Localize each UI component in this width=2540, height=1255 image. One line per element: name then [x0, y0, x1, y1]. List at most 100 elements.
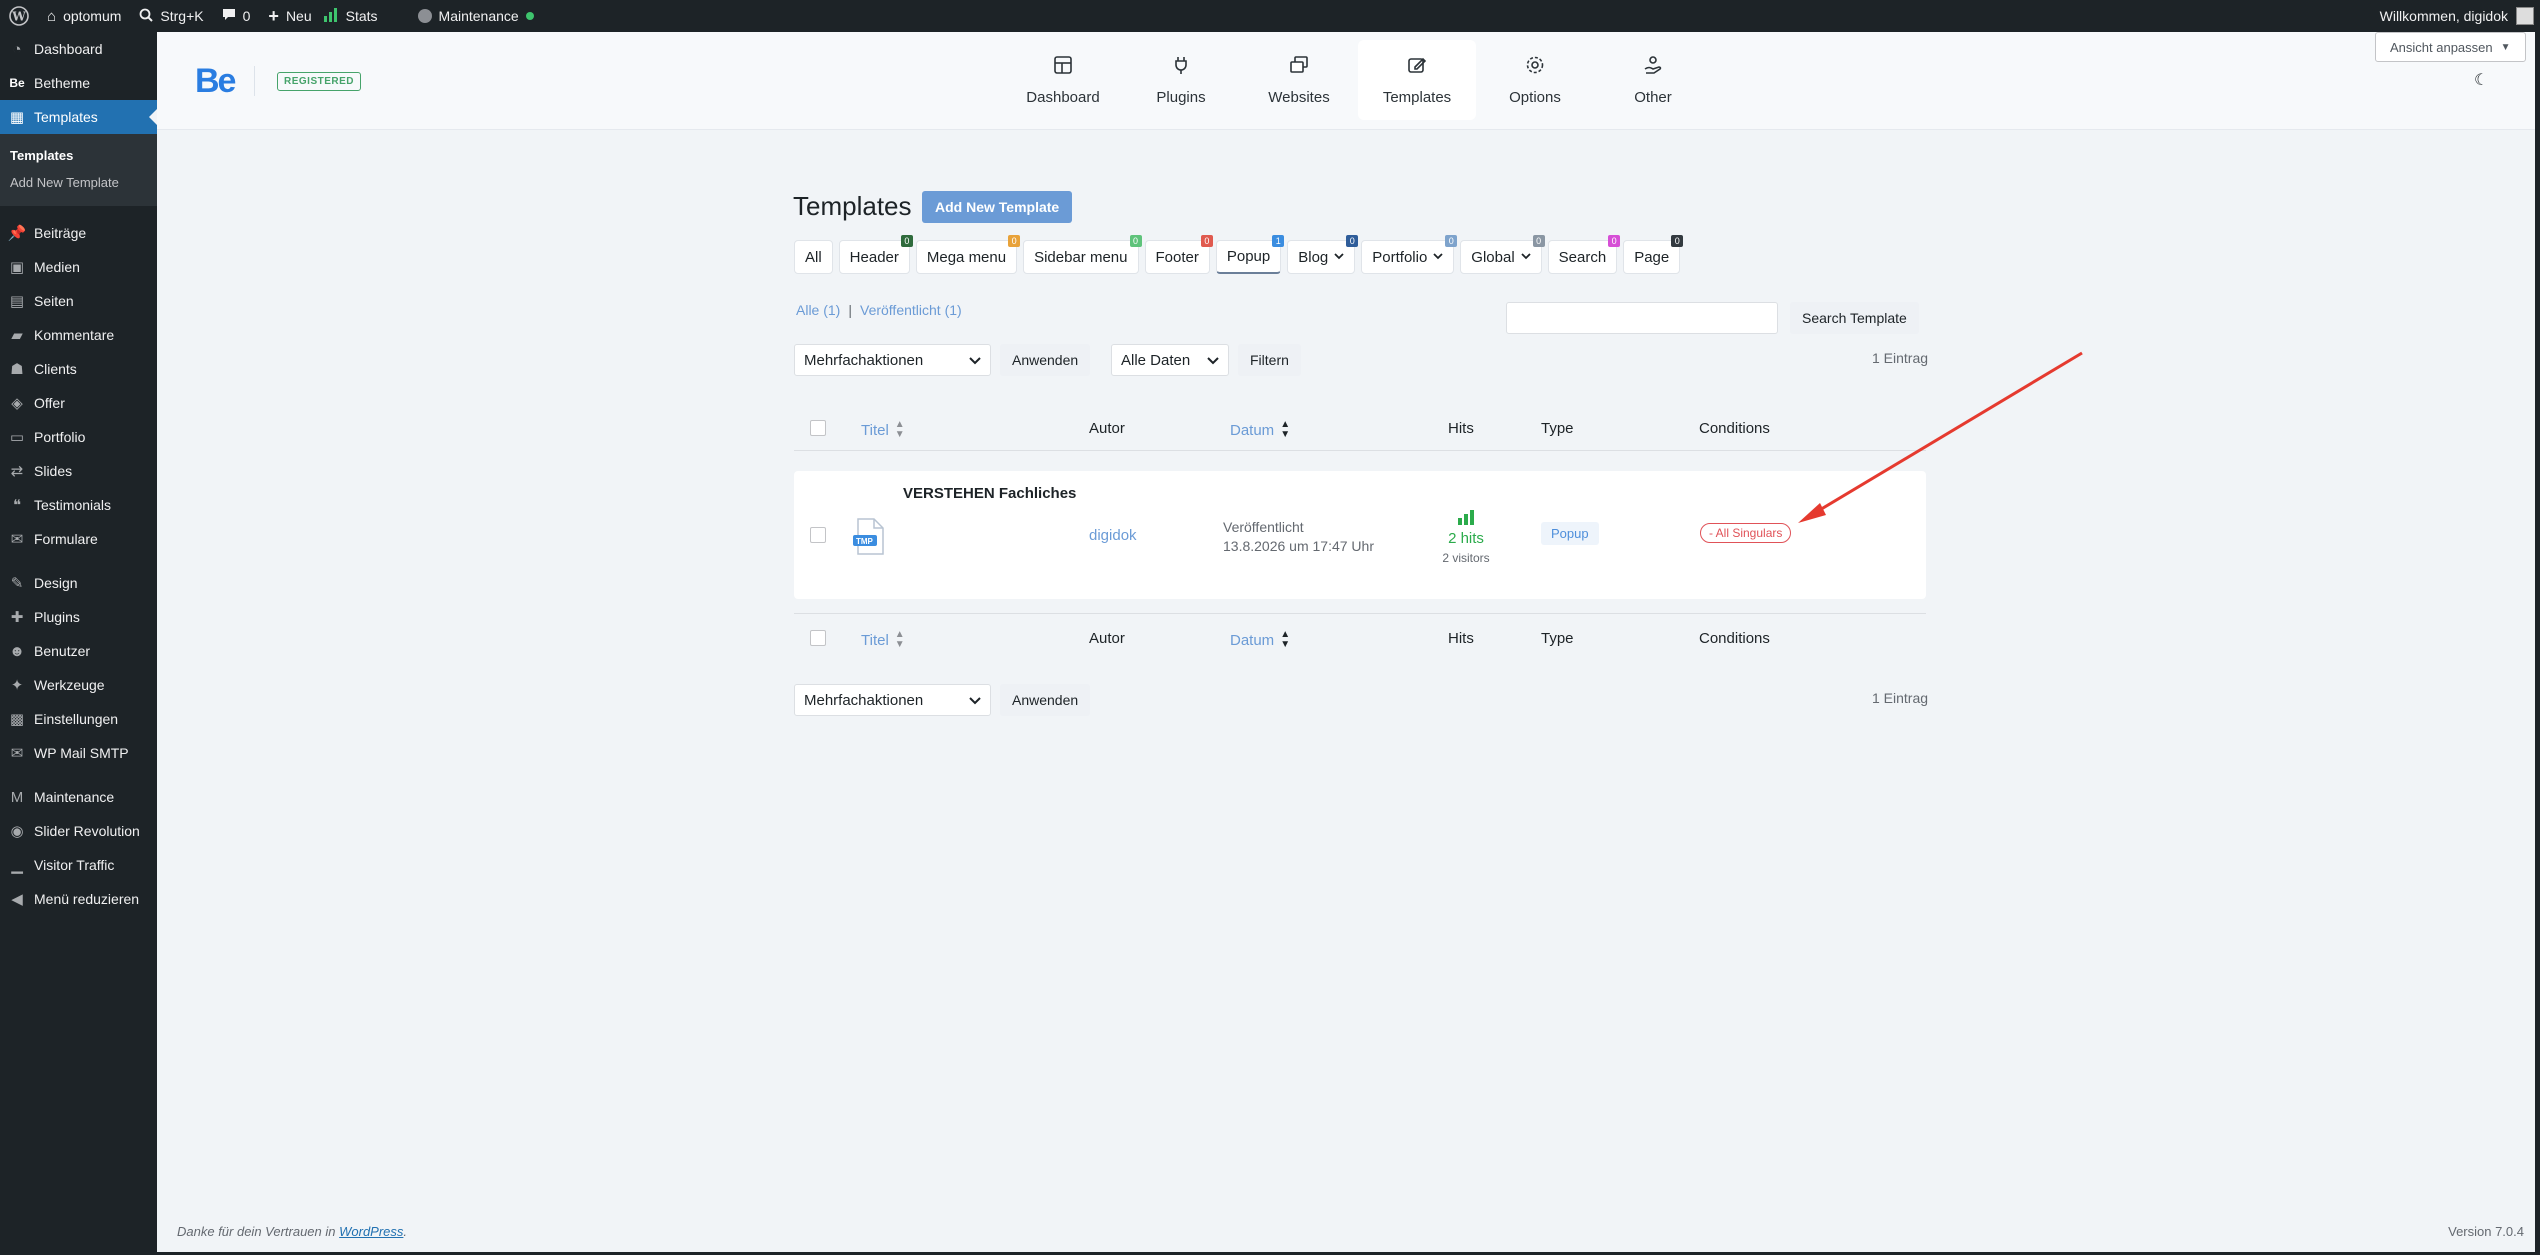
search-shortcut-button[interactable]: Strg+K [130, 0, 212, 32]
betheme-logo[interactable]: Be [195, 62, 236, 101]
nav-tab-dashboard[interactable]: Dashboard [1004, 40, 1122, 120]
brush-icon: ✎ [10, 575, 24, 592]
view-published-link[interactable]: Veröffentlicht (1) [860, 302, 962, 318]
sidebar-item-einstellungen[interactable]: ▩ Einstellungen [0, 702, 157, 736]
sidebar-item-wp-mail-smtp[interactable]: ✉ WP Mail SMTP [0, 736, 157, 770]
date-filter-select[interactable]: Alle Daten [1111, 344, 1229, 376]
chevron-down-icon [969, 692, 981, 709]
sidebar-item-seiten[interactable]: ▤ Seiten [0, 284, 157, 318]
tab-portfolio[interactable]: Portfolio 0 [1361, 235, 1458, 274]
apply-button[interactable]: Anwenden [1000, 344, 1091, 376]
sidebar-item-beiträge[interactable]: 📌 Beiträge [0, 216, 157, 250]
sidebar-item-label: Seiten [34, 293, 74, 309]
registered-badge: REGISTERED [277, 72, 362, 91]
select-all-checkbox-bottom[interactable] [810, 630, 826, 646]
column-title[interactable]: Titel ▲ ▼ [861, 420, 905, 440]
author-link[interactable]: digidok [1089, 527, 1137, 544]
sidebar-item-slides[interactable]: ⇄ Slides [0, 454, 157, 488]
apply-button-bottom[interactable]: Anwenden [1000, 684, 1091, 716]
maintenance-link[interactable]: Maintenance [409, 0, 543, 32]
collapse-icon: ◀ [11, 891, 23, 908]
nav-tab-websites[interactable]: Websites [1240, 40, 1358, 120]
tab-search[interactable]: Search 0 [1547, 235, 1621, 274]
wordpress-logo-icon[interactable]: W [0, 0, 38, 32]
sidebar-item-templates[interactable]: ▦ Templates [0, 100, 157, 134]
sidebar-item-medien[interactable]: ▣ Medien [0, 250, 157, 284]
sidebar-item-benutzer[interactable]: ☻ Benutzer [0, 634, 157, 668]
home-icon: ⌂ [47, 7, 57, 25]
tab-count-badge: 0 [1008, 235, 1021, 247]
column-date[interactable]: Datum ▲ ▼ [1230, 630, 1290, 650]
table-header: Titel ▲ ▼ Autor Datum ▲ ▼ Hits Type Conditio… [794, 404, 1926, 454]
tab-popup[interactable]: Popup 1 [1215, 235, 1285, 274]
tab-sidebar-menu[interactable]: Sidebar menu 0 [1023, 235, 1142, 274]
view-all-link[interactable]: Alle (1) [796, 302, 840, 318]
site-name-link[interactable]: ⌂ optomum [38, 0, 130, 32]
tab-mega-menu[interactable]: Mega menu 0 [915, 235, 1021, 274]
tab-count-badge: 0 [900, 235, 913, 247]
sidebar-item-menü-reduzieren[interactable]: ◀ Menü reduzieren [0, 882, 157, 916]
tab-header[interactable]: Header 0 [838, 235, 913, 274]
customize-view-button[interactable]: Ansicht anpassen ▼ [2375, 32, 2526, 62]
welcome-text[interactable]: Willkommen, digidok [2380, 8, 2508, 24]
tab-all[interactable]: All [794, 240, 833, 274]
add-new-template-button[interactable]: Add New Template [922, 191, 1073, 223]
comments-link[interactable]: 0 [213, 0, 260, 32]
nav-tab-plugins[interactable]: Plugins [1122, 40, 1240, 120]
nav-tab-options[interactable]: Options [1476, 40, 1594, 120]
view-separator: | [848, 302, 852, 318]
search-input[interactable] [1506, 302, 1778, 334]
sidebar-item-maintenance[interactable]: M Maintenance [0, 780, 157, 814]
column-conditions: Conditions [1699, 420, 1770, 437]
sidebar-item-werkzeuge[interactable]: ✦ Werkzeuge [0, 668, 157, 702]
wordpress-link[interactable]: WordPress [339, 1224, 403, 1239]
search-icon [139, 8, 154, 25]
bulk-action-select[interactable]: Mehrfachaktionen [794, 344, 991, 376]
submenu-item-templates[interactable]: Templates [0, 142, 157, 169]
dashboard-icon: ◔ [12, 40, 22, 58]
avatar[interactable] [2516, 7, 2534, 25]
betheme-icon: Be [9, 76, 25, 90]
column-title[interactable]: Titel ▲ ▼ [861, 630, 905, 650]
sidebar-item-visitor-traffic[interactable]: ▁ Visitor Traffic [0, 848, 157, 882]
sidebar-item-testimonials[interactable]: ❝ Testimonials [0, 488, 157, 522]
sidebar-item-offer[interactable]: ◈ Offer [0, 386, 157, 420]
search-template-button[interactable]: Search Template [1790, 302, 1919, 334]
submenu-item-add-new-template[interactable]: Add New Template [0, 169, 157, 196]
tab-page[interactable]: Page 0 [1623, 235, 1684, 274]
tab-count-badge: 0 [1671, 235, 1684, 247]
sidebar-item-kommentare[interactable]: ▰ Kommentare [0, 318, 157, 352]
condition-badge[interactable]: - All Singulars [1700, 523, 1792, 543]
sidebar-item-design[interactable]: ✎ Design [0, 566, 157, 600]
chevron-down-icon [1207, 352, 1219, 369]
new-content-link[interactable]: + Neu [259, 0, 320, 32]
sidebar-item-betheme[interactable]: Be Betheme [0, 66, 157, 100]
tab-footer[interactable]: Footer 0 [1144, 235, 1213, 274]
tab-label: Page [1634, 248, 1670, 266]
row-checkbox[interactable] [810, 527, 826, 543]
table-row[interactable]: VERSTEHEN Fachliches TMP digidok Veröffe… [794, 471, 1926, 599]
bulk-action-select-bottom[interactable]: Mehrfachaktionen [794, 684, 991, 716]
sidebar-item-plugins[interactable]: ✚ Plugins [0, 600, 157, 634]
nav-tab-templates[interactable]: Templates [1358, 40, 1476, 120]
thumb-label: TMP [856, 537, 873, 546]
template-title-link[interactable]: VERSTEHEN Fachliches [903, 485, 1076, 502]
sidebar-item-slider-revolution[interactable]: ◉ Slider Revolution [0, 814, 157, 848]
dark-mode-moon-icon[interactable]: ☾ [2474, 70, 2488, 90]
template-edit-icon [1407, 55, 1427, 79]
nav-tab-other[interactable]: Other [1594, 40, 1712, 120]
tab-count-badge: 0 [1445, 235, 1458, 247]
sidebar-item-label: Kommentare [34, 327, 115, 343]
stats-link[interactable]: Stats [321, 0, 387, 32]
divider [794, 450, 1926, 451]
select-all-checkbox[interactable] [810, 420, 826, 436]
sidebar-item-portfolio[interactable]: ▭ Portfolio [0, 420, 157, 454]
tab-blog[interactable]: Blog 0 [1287, 235, 1359, 274]
nav-tab-label: Dashboard [1026, 88, 1100, 106]
sidebar-item-formulare[interactable]: ✉ Formulare [0, 522, 157, 556]
sidebar-item-clients[interactable]: ☗ Clients [0, 352, 157, 386]
filter-button[interactable]: Filtern [1238, 344, 1301, 376]
sidebar-item-dashboard[interactable]: ◔ Dashboard [0, 32, 157, 66]
tab-global[interactable]: Global 0 [1460, 235, 1545, 274]
column-date[interactable]: Datum ▲ ▼ [1230, 420, 1290, 440]
